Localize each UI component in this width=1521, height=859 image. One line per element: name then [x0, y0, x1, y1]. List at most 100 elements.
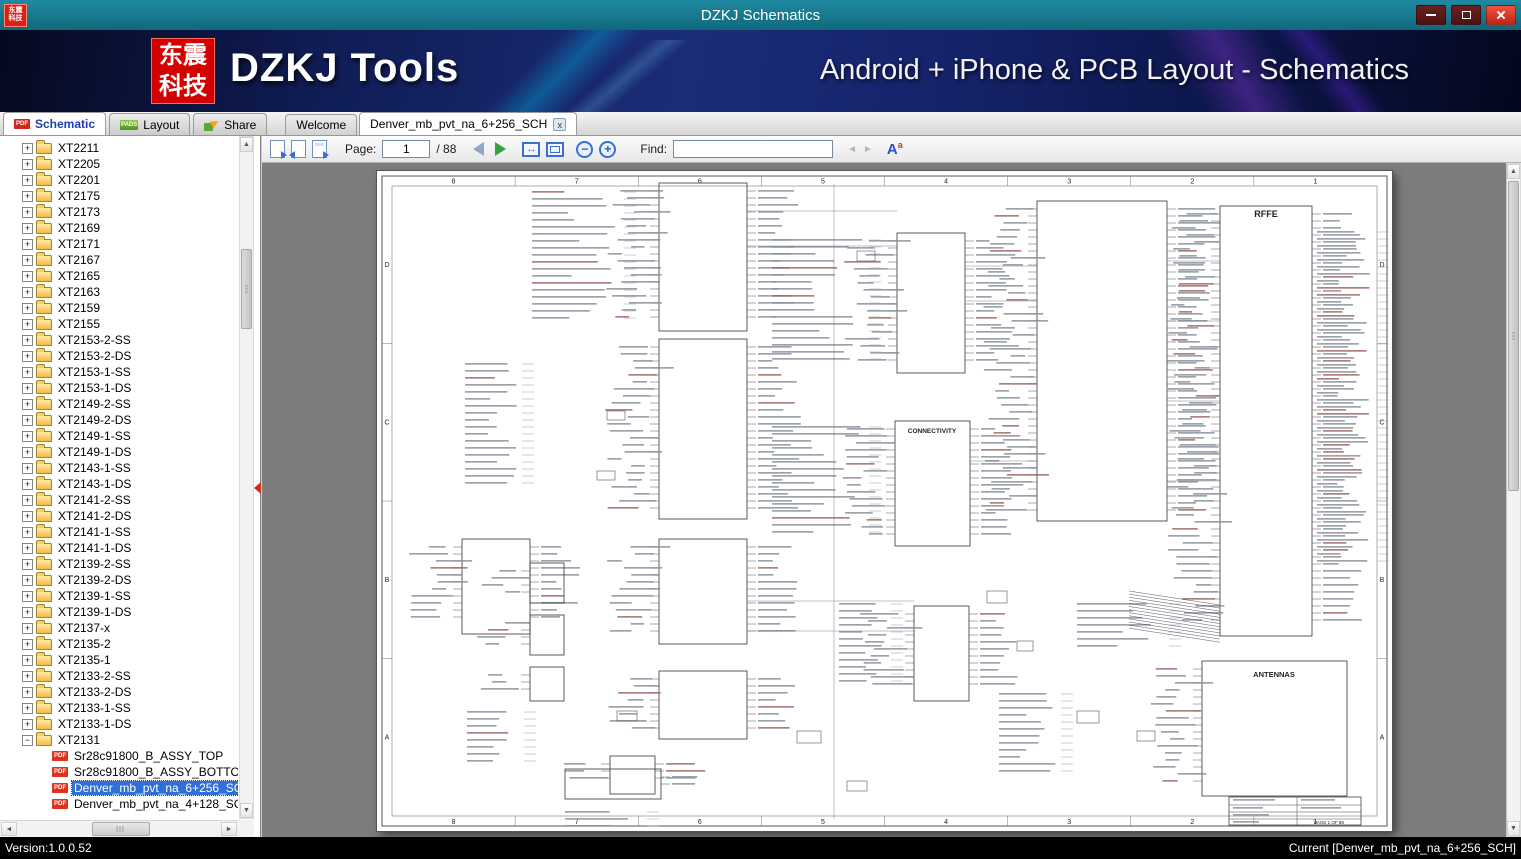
tree-item-XT2139-2-DS[interactable]: + XT2139-2-DS [0, 571, 238, 588]
fit-width-button[interactable]: ↔ [522, 141, 541, 157]
expand-node-icon[interactable]: + [22, 494, 33, 506]
expand-node-icon[interactable]: + [22, 382, 33, 394]
expand-node-icon[interactable]: + [22, 558, 33, 570]
text-size-button[interactable]: Aa [887, 141, 903, 158]
tree-item-XT2149-2-DS[interactable]: + XT2149-2-DS [0, 411, 238, 428]
tree-item-XT2135-1[interactable]: + XT2135-1 [0, 651, 238, 668]
sidebar-horizontal-scrollbar[interactable]: ◄ ► [0, 820, 238, 837]
expand-node-icon[interactable]: + [22, 366, 33, 378]
tree-item-Sr28c91800_B_ASSY_BOTTOM[interactable]: PDF Sr28c91800_B_ASSY_BOTTOM [0, 764, 238, 780]
expand-node-icon[interactable]: + [22, 622, 33, 634]
tree-item-XT2141-2-DS[interactable]: + XT2141-2-DS [0, 507, 238, 524]
tree-item-XT2131[interactable]: − XT2131 [0, 731, 238, 748]
expand-node-icon[interactable]: + [22, 446, 33, 458]
page-view-button-3[interactable] [312, 140, 329, 159]
tree-item-XT2153-2-DS[interactable]: + XT2153-2-DS [0, 347, 238, 364]
expand-node-icon[interactable]: + [22, 302, 33, 314]
tree-item-XT2139-2-SS[interactable]: + XT2139-2-SS [0, 555, 238, 572]
expand-node-icon[interactable]: + [22, 542, 33, 554]
document-area[interactable]: 8 8 7 7 6 6 5 5 4 4 3 3 2 2 1 1 D D C C B B A A RFFE CONNECTIVITY… [262, 163, 1521, 837]
tree-item-XT2171[interactable]: + XT2171 [0, 235, 238, 252]
tree-item-XT2163[interactable]: + XT2163 [0, 283, 238, 300]
sidebar-vertical-scrollbar[interactable]: ▲ ▼ [239, 136, 254, 819]
scroll-up-icon[interactable]: ▲ [240, 137, 253, 152]
tree-item-XT2133-1-DS[interactable]: + XT2133-1-DS [0, 715, 238, 732]
page-view-button-2[interactable] [289, 140, 306, 159]
tree-item-XT2175[interactable]: + XT2175 [0, 187, 238, 204]
expand-node-icon[interactable]: + [22, 174, 33, 186]
collapse-node-icon[interactable]: − [22, 734, 33, 746]
expand-node-icon[interactable]: + [22, 606, 33, 618]
tree-item-XT2143-1-DS[interactable]: + XT2143-1-DS [0, 475, 238, 492]
sidebar-hscrollbar-thumb[interactable] [92, 822, 150, 836]
tree-item-Denver_mb_pvt_na_4+128_SCH[interactable]: PDF Denver_mb_pvt_na_4+128_SCH [0, 796, 238, 812]
scroll-down-icon[interactable]: ▼ [240, 803, 253, 818]
page-view-button-1[interactable] [270, 140, 287, 159]
expand-node-icon[interactable]: + [22, 670, 33, 682]
tab-share[interactable]: Share [193, 113, 268, 135]
tree-item-XT2133-1-SS[interactable]: + XT2133-1-SS [0, 699, 238, 716]
minimize-button[interactable] [1416, 5, 1446, 25]
schematic-page[interactable]: 8 8 7 7 6 6 5 5 4 4 3 3 2 2 1 1 D D C C B B A A RFFE CONNECTIVITY… [377, 171, 1392, 831]
tab-schematic[interactable]: PDF Schematic [3, 112, 107, 135]
zoom-in-button[interactable]: + [599, 140, 617, 158]
tree-item-XT2149-2-SS[interactable]: + XT2149-2-SS [0, 395, 238, 412]
tree-item-XT2153-1-SS[interactable]: + XT2153-1-SS [0, 363, 238, 380]
expand-node-icon[interactable]: + [22, 526, 33, 538]
sidebar-scrollbar-thumb[interactable] [241, 249, 252, 329]
doc-scroll-up-icon[interactable]: ▲ [1507, 164, 1520, 179]
expand-node-icon[interactable]: + [22, 430, 33, 442]
tree-item-XT2153-2-SS[interactable]: + XT2153-2-SS [0, 331, 238, 348]
expand-node-icon[interactable]: + [22, 334, 33, 346]
collapse-sidebar-icon[interactable] [254, 482, 261, 494]
tree-item-XT2149-1-DS[interactable]: + XT2149-1-DS [0, 443, 238, 460]
expand-node-icon[interactable]: + [22, 190, 33, 202]
tree-item-XT2133-2-DS[interactable]: + XT2133-2-DS [0, 683, 238, 700]
tree-item-XT2159[interactable]: + XT2159 [0, 299, 238, 316]
expand-node-icon[interactable]: + [22, 686, 33, 698]
doc-tab-denver-mb-pvt-na-6-256-sch[interactable]: Denver_mb_pvt_na_6+256_SCH x [359, 112, 578, 135]
expand-node-icon[interactable]: + [22, 574, 33, 586]
tab-close-icon[interactable]: x [553, 117, 567, 131]
tree-item-XT2153-1-DS[interactable]: + XT2153-1-DS [0, 379, 238, 396]
tree-item-XT2205[interactable]: + XT2205 [0, 155, 238, 172]
expand-node-icon[interactable]: + [22, 462, 33, 474]
expand-node-icon[interactable]: + [22, 318, 33, 330]
tree-item-XT2135-2[interactable]: + XT2135-2 [0, 635, 238, 652]
find-previous-button[interactable]: ◄ [847, 144, 857, 155]
expand-node-icon[interactable]: + [22, 414, 33, 426]
tree-item-XT2139-1-DS[interactable]: + XT2139-1-DS [0, 603, 238, 620]
tree-item-XT2155[interactable]: + XT2155 [0, 315, 238, 332]
doc-tab-welcome[interactable]: Welcome [285, 114, 358, 135]
maximize-button[interactable] [1451, 5, 1481, 25]
tree-item-XT2143-1-SS[interactable]: + XT2143-1-SS [0, 459, 238, 476]
tree-item-XT2201[interactable]: + XT2201 [0, 171, 238, 188]
tab-layout[interactable]: PADS Layout [109, 113, 191, 135]
tree-item-XT2133-2-SS[interactable]: + XT2133-2-SS [0, 667, 238, 684]
page-number-input[interactable] [382, 140, 431, 158]
expand-node-icon[interactable]: + [22, 158, 33, 170]
tree-item-XT2141-1-SS[interactable]: + XT2141-1-SS [0, 523, 238, 540]
tree-item-XT2169[interactable]: + XT2169 [0, 219, 238, 236]
tree-item-XT2149-1-SS[interactable]: + XT2149-1-SS [0, 427, 238, 444]
tree-item-XT2141-2-SS[interactable]: + XT2141-2-SS [0, 491, 238, 508]
zoom-out-button[interactable]: − [576, 140, 594, 158]
next-page-button[interactable] [492, 141, 508, 157]
find-next-button[interactable]: ► [863, 144, 873, 155]
expand-node-icon[interactable]: + [22, 718, 33, 730]
document-vertical-scrollbar[interactable]: ▲ ▼ [1506, 163, 1521, 837]
tree-item-XT2139-1-SS[interactable]: + XT2139-1-SS [0, 587, 238, 604]
expand-node-icon[interactable]: + [22, 702, 33, 714]
find-input[interactable] [673, 140, 834, 158]
expand-node-icon[interactable]: + [22, 478, 33, 490]
expand-node-icon[interactable]: + [22, 510, 33, 522]
previous-page-button[interactable] [470, 141, 486, 157]
expand-node-icon[interactable]: + [22, 270, 33, 282]
document-scrollbar-thumb[interactable] [1508, 181, 1519, 491]
expand-node-icon[interactable]: + [22, 142, 33, 154]
scroll-left-icon[interactable]: ◄ [1, 822, 17, 836]
close-button[interactable] [1486, 5, 1516, 25]
tree-item-Sr28c91800_B_ASSY_TOP[interactable]: PDF Sr28c91800_B_ASSY_TOP [0, 748, 238, 764]
tree-item-XT2141-1-DS[interactable]: + XT2141-1-DS [0, 539, 238, 556]
expand-node-icon[interactable]: + [22, 254, 33, 266]
